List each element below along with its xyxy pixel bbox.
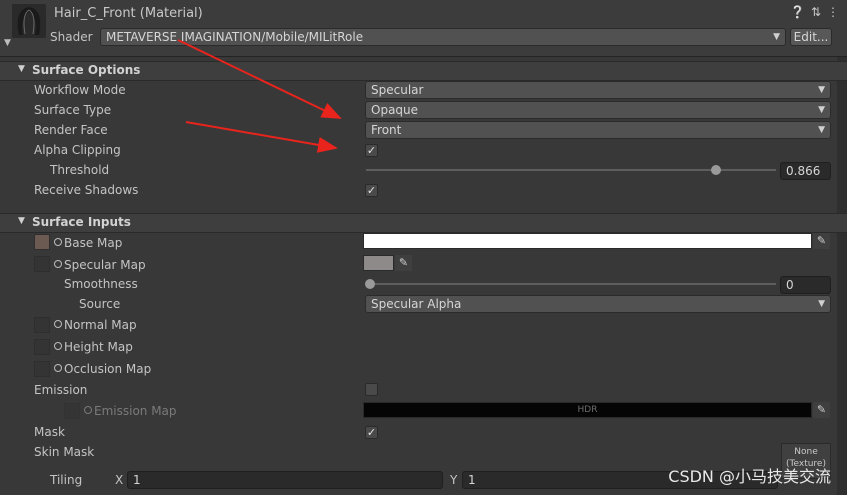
annotation-arrow-lower (185, 121, 338, 153)
annotation-arrow-upper (177, 39, 342, 119)
watermark-text: CSDN @小马技美交流 (668, 467, 831, 486)
annotation-arrows (177, 39, 342, 153)
